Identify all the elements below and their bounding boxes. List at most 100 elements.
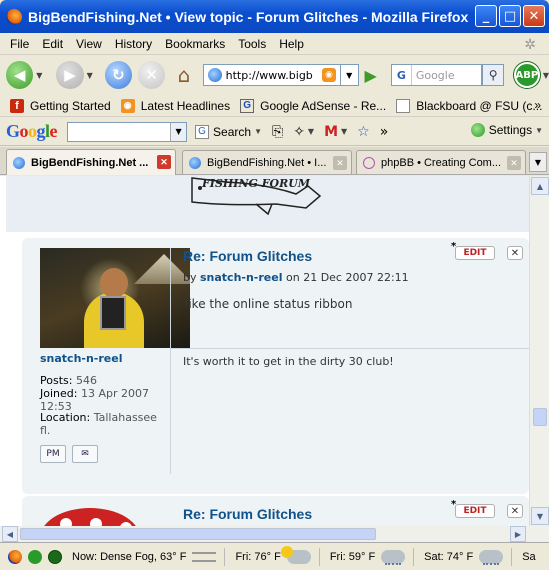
post-body: like the online status ribbon: [185, 297, 353, 311]
post-divider: [170, 248, 171, 474]
minimize-button[interactable]: _: [475, 5, 497, 27]
bookmarks-overflow-button[interactable]: »: [534, 98, 541, 112]
firefox-icon: [6, 8, 22, 25]
all-tabs-button[interactable]: ▼: [529, 152, 547, 172]
adblock-plus-button[interactable]: ABP: [513, 62, 540, 88]
tab-label: BigBendFishing.Net ...: [31, 156, 149, 169]
tab-close-button[interactable]: ✕: [507, 156, 521, 170]
weather-sat-low[interactable]: Sa: [522, 551, 535, 563]
bookmark-getting-started[interactable]: f Getting Started: [10, 98, 111, 113]
forward-button[interactable]: ▶: [56, 61, 84, 89]
vertical-scroll-thumb[interactable]: [533, 408, 547, 426]
delete-button[interactable]: ✕: [507, 504, 523, 518]
tab-bar: BigBendFishing.Net ... ✕ BigBendFishing.…: [0, 147, 549, 175]
profile-username-link[interactable]: snatch-n-reel: [40, 352, 123, 365]
post-title[interactable]: Re: Forum Glitches: [183, 506, 312, 522]
url-dropdown[interactable]: ▼: [340, 64, 359, 86]
menu-edit[interactable]: Edit: [42, 37, 63, 51]
back-button[interactable]: ◀: [6, 61, 34, 89]
rss-feed-icon[interactable]: ◉: [321, 68, 336, 82]
firefox-icon: [8, 549, 22, 564]
weather-fri-low[interactable]: Fri: 59° F: [330, 551, 375, 563]
contact-icons: PM ✉: [40, 445, 98, 463]
edit-button[interactable]: * EDIT: [451, 499, 495, 518]
tab-close-button[interactable]: ✕: [157, 155, 171, 169]
bookmark-latest-headlines[interactable]: ◉ Latest Headlines: [120, 98, 231, 113]
profile-posts: Posts: 546: [40, 374, 97, 387]
stop-button[interactable]: ✕: [138, 61, 166, 89]
chevron-down-icon[interactable]: ▼: [308, 127, 314, 136]
scroll-down-button[interactable]: ▼: [531, 507, 549, 525]
scroll-right-button[interactable]: ▶: [510, 526, 526, 542]
email-icon[interactable]: ✉: [72, 445, 98, 463]
scroll-up-button[interactable]: ▲: [531, 177, 549, 195]
tab-phpbb[interactable]: phpBB • Creating Com... ✕: [356, 150, 526, 174]
delete-button[interactable]: ✕: [507, 246, 523, 260]
post-author-link[interactable]: snatch-n-reel: [200, 271, 283, 284]
google-settings-button[interactable]: Settings ▼: [470, 123, 543, 137]
menu-bookmarks[interactable]: Bookmarks: [165, 37, 225, 51]
edit-label: EDIT: [463, 248, 487, 258]
bookmark-blackboard[interactable]: Blackboard @ FSU (c...: [396, 98, 543, 113]
window-controls: _ □ ✕: [475, 5, 545, 27]
profile-joined: Joined: 13 Apr 2007 12:53: [40, 387, 166, 413]
tab-bigbendfishing-active[interactable]: BigBendFishing.Net ... ✕: [6, 149, 176, 175]
star-marker: *: [451, 499, 457, 510]
google-g-icon: G: [195, 124, 210, 139]
edit-label: EDIT: [463, 506, 487, 516]
maximize-button[interactable]: □: [499, 5, 521, 27]
weather-sat-high[interactable]: Sat: 74° F: [424, 551, 473, 563]
private-message-icon[interactable]: PM: [40, 445, 66, 463]
menu-tools[interactable]: Tools: [238, 37, 266, 51]
google-logo[interactable]: Google: [6, 121, 58, 142]
user-avatar: [40, 248, 190, 348]
tab-bigbendfishing-index[interactable]: BigBendFishing.Net • I... ✕: [182, 150, 352, 174]
star-icon[interactable]: ☆: [357, 124, 370, 140]
bookmark-label: Blackboard @ FSU (c...: [416, 98, 543, 113]
tab-site-icon: [13, 156, 25, 169]
google-search-dropdown[interactable]: ▼: [170, 122, 187, 141]
rain-icon: [479, 549, 504, 565]
weather-now[interactable]: Now: Dense Fog, 63° F: [72, 551, 186, 563]
tab-close-button[interactable]: ✕: [333, 156, 347, 170]
search-button[interactable]: ⚲: [482, 64, 504, 86]
menu-history[interactable]: History: [115, 37, 152, 51]
search-engine-icon[interactable]: G: [392, 65, 412, 85]
vertical-scrollbar[interactable]: ▲ ▼: [529, 176, 549, 526]
toolbar-overflow-button[interactable]: »: [380, 124, 389, 140]
news-icon[interactable]: ⎘: [272, 124, 283, 140]
navigation-toolbar: ◀ ▼ ▶ ▼ ↻ ✕ ⌂ http://www.bigb ◉ ▼ ▶ G Go…: [0, 56, 549, 94]
google-search-button[interactable]: G Search ▼: [195, 124, 262, 139]
google-toolbar: Google ▼ G Search ▼ ⎘ ✧ ▼ M ▼ ☆ » Settin…: [0, 118, 549, 146]
tab-site-icon: [189, 156, 201, 169]
bookmark-google-adsense[interactable]: G Google AdSense - Re...: [240, 98, 386, 113]
forward-history-dropdown[interactable]: ▼: [87, 71, 93, 80]
bookmarks-star-icon[interactable]: ✧: [293, 124, 305, 140]
reload-button[interactable]: ↻: [104, 61, 133, 89]
gmail-icon[interactable]: M: [324, 124, 338, 140]
horizontal-scrollbar[interactable]: ◀ ▶: [0, 526, 549, 542]
bookmark-label: Latest Headlines: [140, 98, 231, 113]
home-button[interactable]: ⌂: [171, 62, 196, 88]
page-content: FISHING FORUM snatch-n-reel Posts: 546 J…: [0, 176, 529, 526]
phpbb-icon: [363, 156, 375, 169]
back-history-dropdown[interactable]: ▼: [36, 71, 42, 80]
search-input[interactable]: G Google: [390, 64, 483, 86]
joined-label: Joined:: [40, 387, 78, 400]
go-button[interactable]: ▶: [365, 66, 377, 85]
star-marker: *: [451, 241, 457, 252]
menu-file[interactable]: File: [10, 37, 29, 51]
weather-fri-high[interactable]: Fri: 76° F: [235, 551, 280, 563]
url-field[interactable]: http://www.bigb ◉: [202, 64, 341, 86]
close-button[interactable]: ✕: [523, 5, 545, 27]
adblock-dropdown[interactable]: ▼: [543, 71, 549, 80]
post-title[interactable]: Re: Forum Glitches: [183, 248, 312, 264]
chevron-down-icon: ▼: [254, 127, 262, 136]
edit-button[interactable]: * EDIT: [451, 241, 495, 260]
menu-help[interactable]: Help: [279, 37, 304, 51]
chevron-down-icon[interactable]: ▼: [341, 127, 347, 136]
google-search-input[interactable]: ▼: [67, 121, 188, 142]
scroll-left-button[interactable]: ◀: [2, 526, 18, 542]
horizontal-scroll-thumb[interactable]: [20, 528, 376, 540]
menu-view[interactable]: View: [76, 37, 102, 51]
